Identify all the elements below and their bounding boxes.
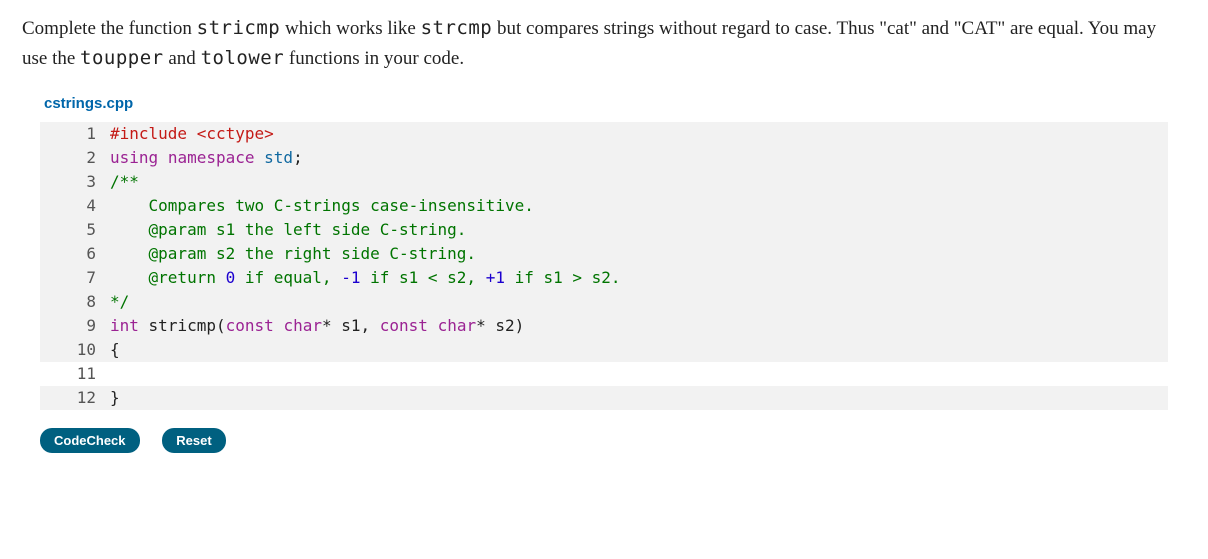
line-number: 1 bbox=[40, 122, 110, 146]
code-token bbox=[274, 316, 284, 335]
code-token: @param s1 the left side C-string. bbox=[110, 220, 466, 239]
code-token: */ bbox=[110, 292, 129, 311]
problem-text-fragment: which works like bbox=[280, 18, 420, 39]
code-token: } bbox=[110, 388, 120, 407]
line-number: 9 bbox=[40, 314, 110, 338]
code-token: const bbox=[226, 316, 274, 335]
editor-row[interactable]: 12} bbox=[40, 386, 1168, 410]
code-token: std bbox=[264, 148, 293, 167]
code-token: if equal, bbox=[235, 268, 341, 287]
inline-code: strcmp bbox=[421, 17, 493, 39]
code-token bbox=[255, 148, 265, 167]
code-line[interactable]: int stricmp(const char* s1, const char* … bbox=[110, 314, 1168, 338]
inline-code: toupper bbox=[80, 47, 164, 69]
line-number: 5 bbox=[40, 218, 110, 242]
editor-row[interactable]: 5 @param s1 the left side C-string. bbox=[40, 218, 1168, 242]
problem-text-fragment: and bbox=[164, 48, 201, 69]
code-token: #include bbox=[110, 124, 197, 143]
code-token: { bbox=[110, 340, 120, 359]
code-token: Compares two C-strings case-insensitive. bbox=[110, 196, 534, 215]
problem-statement: Complete the function stricmp which work… bbox=[22, 14, 1186, 73]
editor-row[interactable]: 1#include <cctype> bbox=[40, 122, 1168, 146]
code-token: char bbox=[283, 316, 322, 335]
code-token: +1 bbox=[486, 268, 505, 287]
code-token: 0 bbox=[226, 268, 236, 287]
code-line[interactable]: @param s1 the left side C-string. bbox=[110, 218, 1168, 242]
code-token bbox=[428, 316, 438, 335]
editor-row[interactable]: 3/** bbox=[40, 170, 1168, 194]
line-number: 8 bbox=[40, 290, 110, 314]
code-line[interactable]: } bbox=[110, 386, 1168, 410]
line-number: 11 bbox=[40, 362, 110, 386]
code-line[interactable]: */ bbox=[110, 290, 1168, 314]
line-number: 6 bbox=[40, 242, 110, 266]
problem-text-fragment: Complete the function bbox=[22, 18, 197, 39]
code-editor[interactable]: 1#include <cctype>2using namespace std;3… bbox=[40, 122, 1168, 410]
code-token: @return bbox=[110, 268, 226, 287]
code-token: using bbox=[110, 148, 158, 167]
button-row: CodeCheck Reset bbox=[40, 426, 1186, 455]
code-token: @param s2 the right side C-string. bbox=[110, 244, 476, 263]
line-number: 2 bbox=[40, 146, 110, 170]
editor-row[interactable]: 9int stricmp(const char* s1, const char*… bbox=[40, 314, 1168, 338]
code-token: /** bbox=[110, 172, 139, 191]
editor-row[interactable]: 6 @param s2 the right side C-string. bbox=[40, 242, 1168, 266]
code-token: * s2) bbox=[476, 316, 524, 335]
editor-row[interactable]: 2using namespace std; bbox=[40, 146, 1168, 170]
code-token: ( bbox=[216, 316, 226, 335]
code-line[interactable]: Compares two C-strings case-insensitive. bbox=[110, 194, 1168, 218]
code-token: if s1 < s2, bbox=[360, 268, 485, 287]
code-token: stricmp bbox=[149, 316, 216, 335]
code-token: * s1, bbox=[322, 316, 380, 335]
line-number: 7 bbox=[40, 266, 110, 290]
inline-code: tolower bbox=[201, 47, 285, 69]
code-line[interactable] bbox=[110, 362, 1168, 386]
editor-row[interactable]: 11 bbox=[40, 362, 1168, 386]
filename-label: cstrings.cpp bbox=[44, 93, 1186, 116]
line-number: 12 bbox=[40, 386, 110, 410]
code-line[interactable]: using namespace std; bbox=[110, 146, 1168, 170]
editor-row[interactable]: 7 @return 0 if equal, -1 if s1 < s2, +1 … bbox=[40, 266, 1168, 290]
code-token bbox=[158, 148, 168, 167]
problem-text-fragment: functions in your code. bbox=[284, 48, 464, 69]
code-line[interactable]: { bbox=[110, 338, 1168, 362]
editor-row[interactable]: 8*/ bbox=[40, 290, 1168, 314]
code-token: ; bbox=[293, 148, 303, 167]
editor-row[interactable]: 10{ bbox=[40, 338, 1168, 362]
line-number: 4 bbox=[40, 194, 110, 218]
code-token: const bbox=[380, 316, 428, 335]
editor-row[interactable]: 4 Compares two C-strings case-insensitiv… bbox=[40, 194, 1168, 218]
code-line[interactable]: @return 0 if equal, -1 if s1 < s2, +1 if… bbox=[110, 266, 1168, 290]
line-number: 3 bbox=[40, 170, 110, 194]
code-line[interactable]: /** bbox=[110, 170, 1168, 194]
code-token: -1 bbox=[341, 268, 360, 287]
code-line[interactable]: #include <cctype> bbox=[110, 122, 1168, 146]
code-token: char bbox=[438, 316, 477, 335]
inline-code: stricmp bbox=[197, 17, 281, 39]
code-token: if s1 > s2. bbox=[505, 268, 621, 287]
code-token: namespace bbox=[168, 148, 255, 167]
code-token: <cctype> bbox=[197, 124, 274, 143]
line-number: 10 bbox=[40, 338, 110, 362]
reset-button[interactable]: Reset bbox=[162, 428, 225, 453]
codecheck-button[interactable]: CodeCheck bbox=[40, 428, 140, 453]
code-token: int bbox=[110, 316, 139, 335]
code-line[interactable]: @param s2 the right side C-string. bbox=[110, 242, 1168, 266]
code-token bbox=[139, 316, 149, 335]
